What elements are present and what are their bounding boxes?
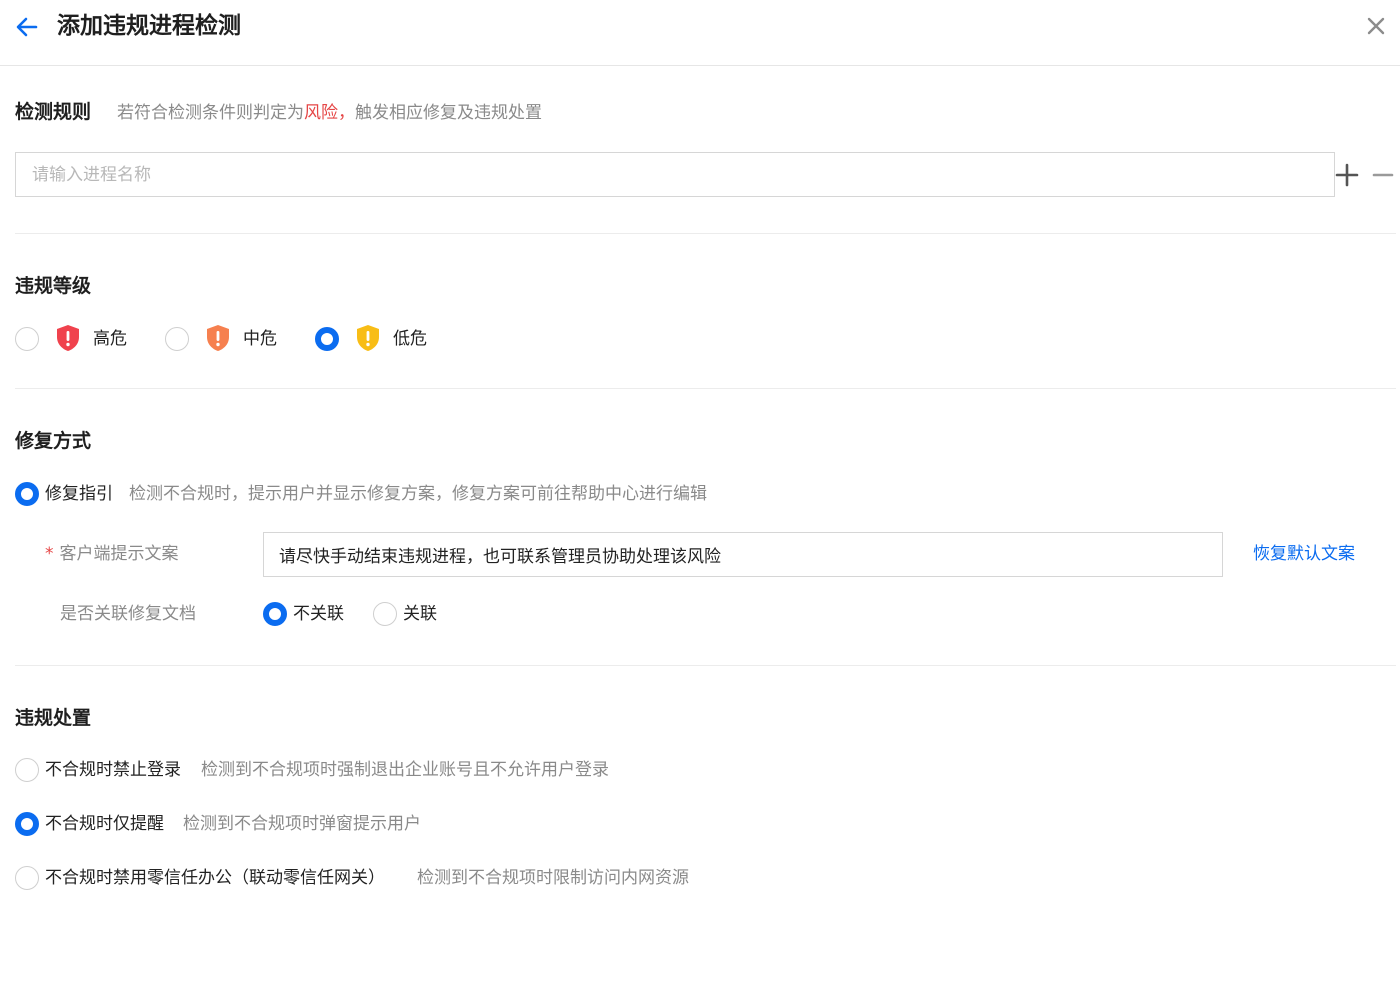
minus-icon[interactable] bbox=[1370, 162, 1396, 188]
level-low-label[interactable]: 低危 bbox=[393, 327, 427, 351]
radio-disposal-remind[interactable] bbox=[15, 812, 39, 836]
process-name-input[interactable] bbox=[15, 152, 1335, 197]
arrow-left-icon[interactable] bbox=[14, 13, 42, 41]
disposal-remind-label[interactable]: 不合规时仅提醒 bbox=[45, 812, 164, 836]
plus-icon[interactable] bbox=[1334, 162, 1360, 188]
client-hint-label: * 客户端提示文案 bbox=[45, 542, 179, 566]
shield-alert-icon bbox=[207, 325, 229, 351]
doc-linked-label[interactable]: 关联 bbox=[403, 602, 437, 626]
disposal-block-login-description: 检测到不合规项时强制退出企业账号且不允许用户登录 bbox=[201, 760, 609, 780]
repair-guide-description: 检测不合规时，提示用户并显示修复方案，修复方案可前往帮助中心进行编辑 bbox=[129, 484, 707, 504]
level-medium-label[interactable]: 中危 bbox=[243, 327, 277, 351]
section-title-repair: 修复方式 bbox=[15, 430, 92, 452]
shield-alert-icon bbox=[357, 325, 379, 351]
divider bbox=[15, 665, 1396, 666]
disposal-block-login-label[interactable]: 不合规时禁止登录 bbox=[45, 758, 181, 782]
divider bbox=[15, 233, 1396, 234]
repair-guide-label[interactable]: 修复指引 bbox=[45, 482, 113, 506]
radio-doc-unlinked[interactable] bbox=[263, 602, 287, 626]
disposal-disable-zerotrust-label[interactable]: 不合规时禁用零信任办公（联动零信任网关） bbox=[45, 866, 385, 890]
page-title: 添加违规进程检测 bbox=[57, 13, 241, 39]
divider bbox=[15, 388, 1396, 389]
section-title-detect-rule: 检测规则 bbox=[15, 101, 92, 123]
radio-level-high[interactable] bbox=[15, 327, 39, 351]
radio-repair-guide[interactable] bbox=[15, 482, 39, 506]
client-hint-label-text: 客户端提示文案 bbox=[59, 544, 179, 564]
radio-disposal-disable-zerotrust[interactable] bbox=[15, 866, 39, 890]
radio-level-medium[interactable] bbox=[165, 327, 189, 351]
detect-rule-desc-prefix: 若符合检测条件则判定为 bbox=[117, 103, 304, 123]
detect-rule-description: 若符合检测条件则判定为风险，触发相应修复及违规处置 bbox=[117, 100, 542, 126]
section-title-violation-level: 违规等级 bbox=[15, 275, 92, 297]
detect-rule-desc-risk: 风险， bbox=[304, 103, 355, 123]
radio-doc-linked[interactable] bbox=[373, 602, 397, 626]
link-doc-label: 是否关联修复文档 bbox=[60, 604, 196, 624]
radio-level-low[interactable] bbox=[315, 327, 339, 351]
radio-disposal-block-login[interactable] bbox=[15, 758, 39, 782]
disposal-remind-description: 检测到不合规项时弹窗提示用户 bbox=[183, 814, 421, 834]
page-header: 添加违规进程检测 bbox=[0, 0, 1400, 66]
level-high-label[interactable]: 高危 bbox=[93, 327, 127, 351]
disposal-disable-zerotrust-description: 检测到不合规项时限制访问内网资源 bbox=[417, 868, 689, 888]
client-hint-input[interactable] bbox=[263, 532, 1223, 577]
restore-default-link[interactable]: 恢复默认文案 bbox=[1253, 542, 1355, 566]
detect-rule-desc-suffix: 触发相应修复及违规处置 bbox=[355, 103, 542, 123]
required-mark: * bbox=[45, 544, 54, 564]
section-title-disposal: 违规处置 bbox=[15, 707, 92, 729]
shield-alert-icon bbox=[57, 325, 79, 351]
close-icon[interactable] bbox=[1364, 14, 1388, 38]
doc-unlinked-label[interactable]: 不关联 bbox=[293, 602, 344, 626]
